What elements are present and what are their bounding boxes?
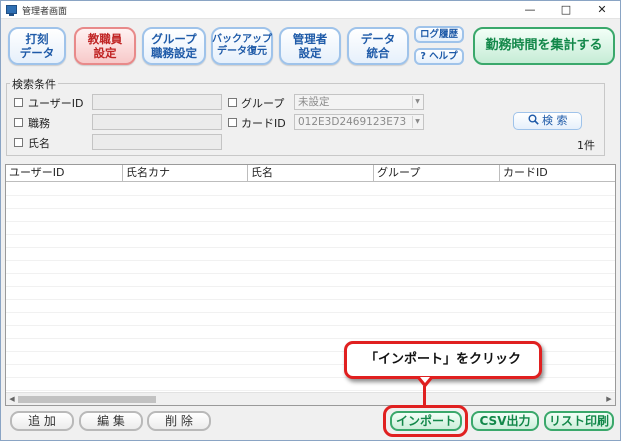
table-row[interactable] [6, 248, 615, 261]
help-button[interactable]: ? ヘルプ [414, 48, 464, 65]
table-row[interactable] [6, 326, 615, 339]
card-id-label: カードID [241, 117, 286, 130]
search-icon [528, 114, 539, 125]
import-highlight-ring [383, 405, 468, 437]
column-header-name-kana[interactable]: 氏名カナ [123, 165, 248, 182]
csv-export-button[interactable]: CSV出力 [471, 411, 539, 431]
window-title: 管理者画面 [22, 7, 68, 17]
toolbar-button-stamp-data[interactable]: 打刻 データ [8, 27, 66, 65]
button-label-line2: データ [19, 46, 55, 60]
table-row[interactable] [6, 300, 615, 313]
log-history-button[interactable]: ログ履歴 [414, 26, 464, 43]
print-list-button[interactable]: リスト印刷 [544, 411, 614, 431]
delete-button[interactable]: 削 除 [147, 411, 211, 431]
table-row[interactable] [6, 183, 615, 196]
search-conditions-legend: 検索条件 [10, 76, 58, 92]
search-button-label: 検 索 [542, 114, 568, 127]
user-id-checkbox[interactable] [14, 98, 23, 107]
table-row[interactable] [6, 378, 615, 391]
toolbar-button-group-duty[interactable]: グループ 職務設定 [142, 27, 206, 65]
column-header-card-id[interactable]: カードID [500, 165, 615, 182]
app-icon [6, 5, 17, 16]
card-id-select[interactable]: 012E3D2469123E73 ▼ [294, 114, 424, 130]
minimize-icon[interactable]: — [512, 1, 548, 19]
table-header: ユーザーID 氏名カナ 氏名 グループ カードID [6, 165, 615, 182]
aggregate-work-hours-button[interactable]: 勤務時間を集計する [473, 27, 615, 65]
instruction-callout: 「インポート」をクリック [344, 341, 542, 379]
table-row[interactable] [6, 209, 615, 222]
table-row[interactable] [6, 261, 615, 274]
column-header-name[interactable]: 氏名 [248, 165, 374, 182]
table-row[interactable] [6, 313, 615, 326]
maximize-icon[interactable]: □ [548, 1, 584, 19]
callout-tail-inner [420, 377, 430, 383]
table-row[interactable] [6, 222, 615, 235]
duty-checkbox[interactable] [14, 118, 23, 127]
table-row[interactable] [6, 196, 615, 209]
name-label: 氏名 [28, 137, 50, 150]
callout-pointer [423, 386, 426, 407]
button-label-line2: 設定 [93, 46, 117, 60]
button-label-line1: 打刻 [25, 32, 49, 46]
column-header-user-id[interactable]: ユーザーID [6, 165, 123, 182]
title-bar: 管理者画面 — □ ✕ [1, 1, 620, 19]
button-label-line1: データ [360, 32, 396, 46]
button-label-line2: 統合 [366, 46, 390, 60]
toolbar-button-staff-settings[interactable]: 教職員 設定 [74, 27, 136, 65]
scrollbar-thumb[interactable] [18, 396, 156, 403]
duty-input[interactable] [92, 114, 222, 130]
scroll-left-icon[interactable]: ◀ [6, 393, 18, 405]
group-select[interactable]: 未設定 ▼ [294, 94, 424, 110]
scroll-right-icon[interactable]: ▶ [603, 393, 615, 405]
user-id-input[interactable] [92, 94, 222, 110]
add-button[interactable]: 追 加 [10, 411, 74, 431]
table-row[interactable] [6, 287, 615, 300]
dropdown-arrow-icon: ▼ [412, 96, 422, 108]
table-row[interactable] [6, 235, 615, 248]
button-label-line1: グループ [151, 32, 197, 46]
toolbar-button-admin-settings[interactable]: 管理者 設定 [279, 27, 341, 65]
app-window: 管理者画面 — □ ✕ 打刻 データ 教職員 設定 グループ 職務設定 バックア… [0, 0, 621, 441]
button-label-line2: 職務設定 [151, 46, 197, 60]
button-label-line2: データ復元 [217, 46, 267, 57]
group-select-value: 未設定 [298, 96, 330, 108]
dropdown-arrow-icon: ▼ [412, 116, 422, 128]
result-count: 1件 [577, 139, 595, 152]
button-label-line1: バックアップ [212, 34, 272, 45]
edit-button[interactable]: 編 集 [79, 411, 143, 431]
button-label-line1: 管理者 [292, 32, 328, 46]
horizontal-scrollbar[interactable]: ◀ ▶ [6, 392, 615, 405]
card-id-checkbox[interactable] [228, 118, 237, 127]
column-header-group[interactable]: グループ [374, 165, 500, 182]
duty-label: 職務 [28, 117, 50, 130]
name-input[interactable] [92, 134, 222, 150]
button-label-line1: 教職員 [87, 32, 123, 46]
toolbar-button-backup-restore[interactable]: バックアップ データ復元 [211, 27, 273, 65]
table-row[interactable] [6, 274, 615, 287]
group-label: グループ [241, 97, 285, 110]
toolbar-button-data-merge[interactable]: データ 統合 [347, 27, 409, 65]
button-label-line2: 設定 [298, 46, 322, 60]
user-id-label: ユーザーID [28, 97, 84, 110]
close-icon[interactable]: ✕ [584, 1, 620, 19]
name-checkbox[interactable] [14, 138, 23, 147]
group-checkbox[interactable] [228, 98, 237, 107]
card-id-select-value: 012E3D2469123E73 [298, 116, 407, 128]
search-button[interactable]: 検 索 [513, 112, 582, 130]
